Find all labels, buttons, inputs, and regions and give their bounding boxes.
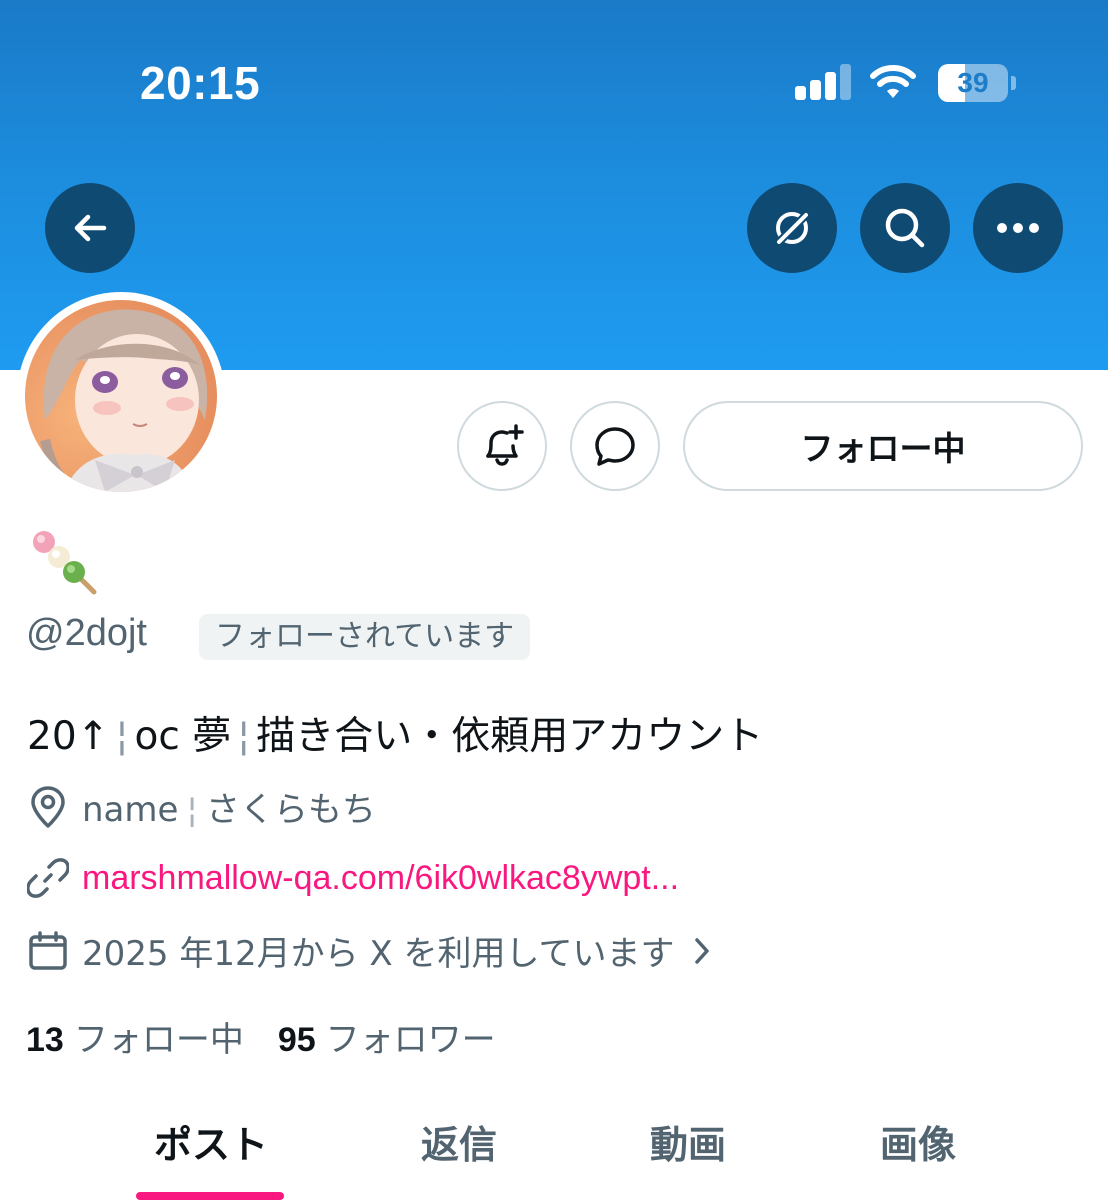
display-name-dango-icon	[28, 526, 100, 598]
grok-button[interactable]	[747, 183, 837, 273]
bio-separator: ¦	[237, 714, 251, 759]
bell-plus-icon	[486, 424, 524, 466]
chevron-right-icon	[694, 937, 709, 964]
search-icon	[885, 208, 925, 248]
following-button[interactable]: フォロー中	[683, 401, 1083, 491]
message-button[interactable]	[570, 401, 660, 491]
cellular-signal-icon	[795, 64, 851, 100]
bio-separator: ¦	[115, 714, 129, 759]
followers-stat[interactable]: 95 フォロワー	[278, 1020, 496, 1060]
profile-handle: @2dojt	[26, 612, 147, 654]
avatar-image	[25, 300, 217, 492]
profile-tabs: ポスト 返信 動画 画像	[0, 1100, 1108, 1200]
followers-count: 95	[277, 1021, 316, 1059]
profile-location: name ¦ さくらもち	[26, 782, 376, 831]
website-link[interactable]: marshmallow-qa.com/6ik0wlkac8ywpt...	[82, 859, 679, 898]
profile-website[interactable]: marshmallow-qa.com/6ik0wlkac8ywpt...	[26, 856, 679, 900]
tab-images[interactable]: 画像	[858, 1114, 978, 1169]
calendar-icon	[26, 929, 70, 973]
more-button[interactable]	[973, 183, 1063, 273]
follows-you-badge: フォローされています	[199, 614, 531, 660]
message-bubble-icon	[595, 427, 635, 466]
tab-posts[interactable]: ポスト	[146, 1114, 276, 1169]
search-button[interactable]	[860, 183, 950, 273]
profile-bio: 20↑ ¦ oc 夢 ¦ 描き合い・依頼用アカウント	[27, 705, 763, 761]
arrow-left-icon	[74, 214, 107, 242]
location-label: name	[82, 790, 179, 830]
notify-button[interactable]	[457, 401, 547, 491]
followers-label: フォロワー	[325, 1020, 496, 1060]
status-time: 20:15	[140, 57, 261, 109]
bio-part: 20↑	[27, 714, 110, 759]
battery-icon: 39	[938, 64, 1016, 102]
follow-stats: 13 フォロー中 95 フォロワー	[26, 1012, 496, 1061]
active-tab-indicator	[136, 1192, 284, 1200]
location-pin-icon	[26, 785, 70, 829]
tab-videos[interactable]: 動画	[628, 1114, 748, 1169]
joined-text: 2025 年12月から X を利用しています	[82, 934, 675, 974]
following-count: 13	[26, 1021, 64, 1059]
following-stat[interactable]: 13 フォロー中	[26, 1020, 244, 1060]
avatar[interactable]	[17, 292, 225, 500]
profile-joined[interactable]: 2025 年12月から X を利用しています	[26, 926, 717, 975]
location-separator: ¦	[186, 790, 198, 830]
following-label: フォロー中	[73, 1020, 244, 1060]
grok-icon	[774, 210, 811, 247]
bio-part: 描き合い・依頼用アカウント	[256, 714, 764, 759]
location-value: さくらもち	[205, 790, 376, 830]
back-button[interactable]	[45, 183, 135, 273]
bio-part: oc 夢	[134, 714, 232, 759]
battery-level: 39	[957, 67, 989, 98]
tab-replies[interactable]: 返信	[399, 1114, 519, 1169]
link-icon	[26, 856, 70, 900]
more-horizontal-icon	[997, 223, 1039, 233]
wifi-icon	[868, 62, 918, 102]
